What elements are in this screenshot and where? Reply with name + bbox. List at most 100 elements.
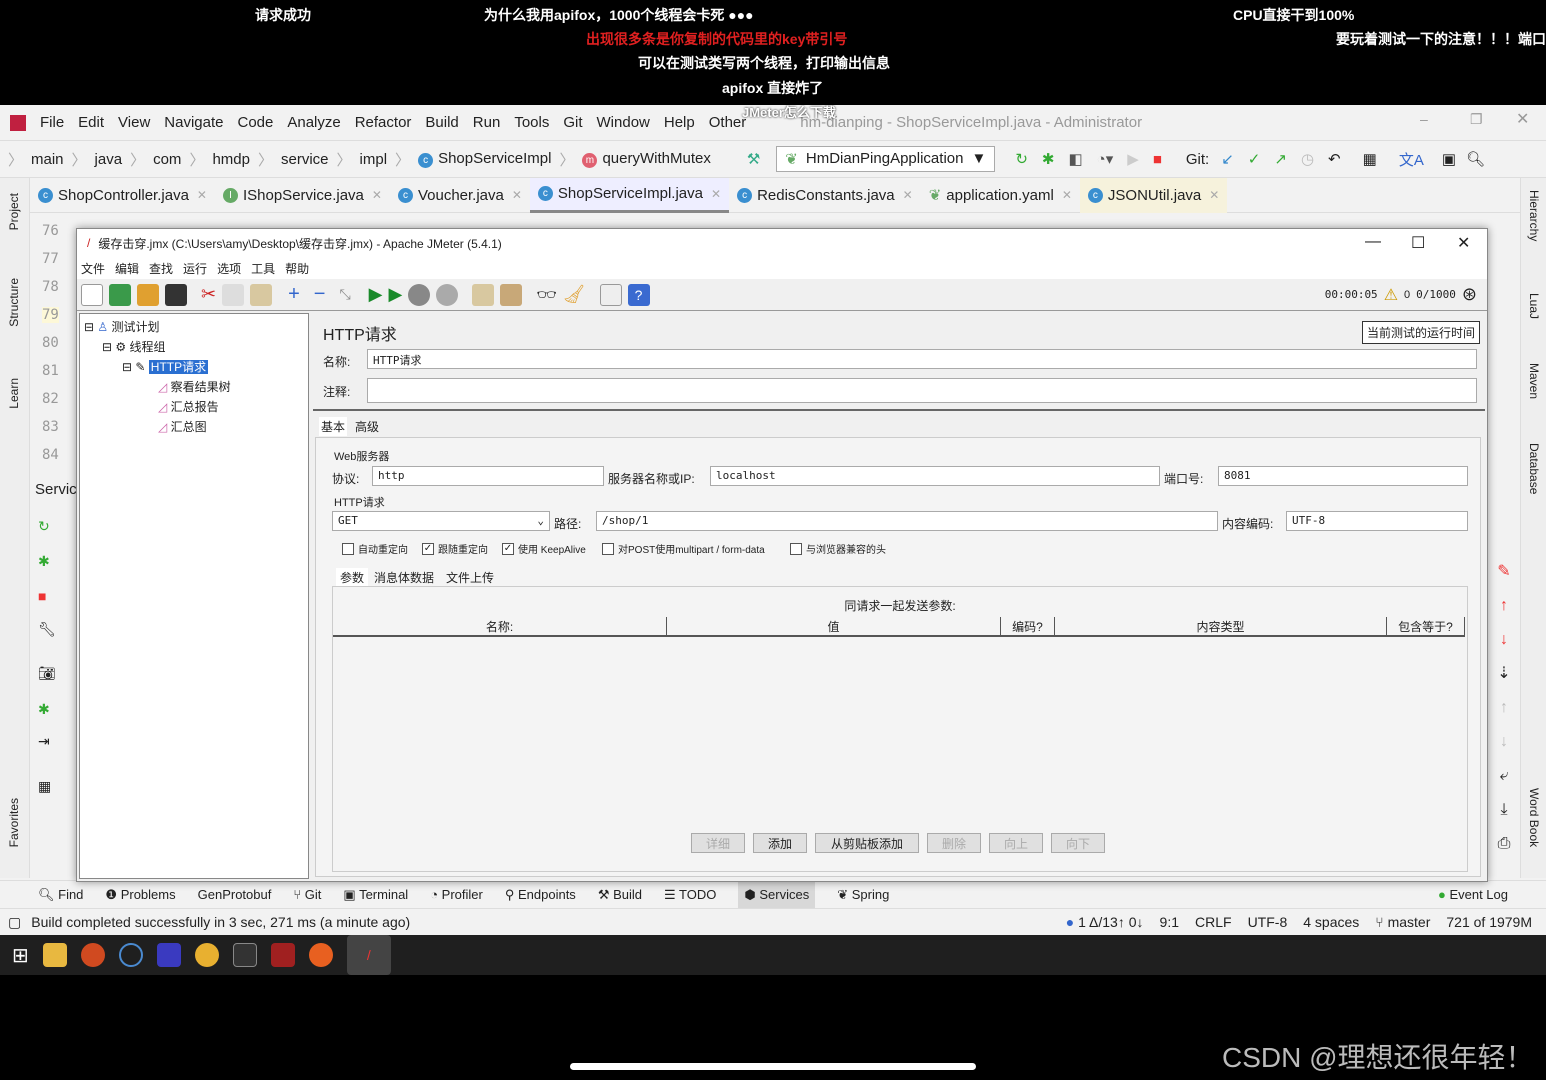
layout-icon[interactable]: ▦ <box>38 778 51 795</box>
clear-icon[interactable]: ✎ <box>1492 555 1516 589</box>
app-icon[interactable] <box>118 943 143 967</box>
tool-maven[interactable]: Maven <box>1527 363 1541 399</box>
crumb-service[interactable]: service <box>273 151 337 168</box>
menu-analyze[interactable]: Analyze <box>287 114 340 131</box>
status-git-changes[interactable]: ● 1 Δ/13↑ 0↓ <box>1066 914 1144 930</box>
menu-tools[interactable]: Tools <box>514 114 549 131</box>
powerpoint-icon[interactable] <box>80 943 105 967</box>
tab-application-yaml[interactable]: ❦ application.yaml ✕ <box>921 178 1080 213</box>
login-icon[interactable]: ⇥ <box>38 733 50 750</box>
tree-node-view-results[interactable]: ◿ 察看结果树 <box>158 378 231 395</box>
function-helper-icon[interactable] <box>599 283 622 306</box>
close-tab-icon[interactable]: ✕ <box>711 187 721 201</box>
tool-luaj[interactable]: LuaJ <box>1527 293 1541 319</box>
tool-build[interactable]: ⚒ Build <box>598 887 642 903</box>
close-tab-icon[interactable]: ✕ <box>372 188 382 202</box>
menu-code[interactable]: Code <box>237 114 273 131</box>
tab-ishopservice[interactable]: I IShopService.java ✕ <box>215 178 390 213</box>
menu-run[interactable]: 运行 <box>183 260 207 277</box>
tool-learn[interactable]: Learn <box>7 378 21 409</box>
close-tab-icon[interactable]: ✕ <box>197 188 207 202</box>
save-icon[interactable] <box>165 283 187 306</box>
minimize-button[interactable]: – <box>1420 111 1428 127</box>
start-icon[interactable]: ⊞ <box>12 943 29 968</box>
tab-shopcontroller[interactable]: c ShopController.java ✕ <box>30 178 215 213</box>
profile-icon[interactable]: ◔▾ <box>1097 150 1114 168</box>
server-field[interactable]: localhost <box>710 466 1160 486</box>
start-icon[interactable]: ▶ <box>369 284 383 305</box>
comment-field[interactable] <box>367 378 1477 403</box>
add-button[interactable]: 添加 <box>753 833 807 853</box>
status-line-sep[interactable]: CRLF <box>1195 914 1232 930</box>
menu-options[interactable]: 选项 <box>217 260 241 277</box>
menu-help[interactable]: 帮助 <box>285 260 309 277</box>
menu-tools[interactable]: 工具 <box>251 260 275 277</box>
detail-button[interactable]: 详细 <box>691 833 745 853</box>
scroll-end-icon[interactable]: ⤓ <box>1492 793 1516 827</box>
menu-edit[interactable]: 编辑 <box>115 260 139 277</box>
tree-node-thread-group[interactable]: ⊟ ⚙ 线程组 <box>102 338 166 355</box>
tool-spring[interactable]: ❦ Spring <box>837 887 889 903</box>
tool-wordbook[interactable]: Word Book <box>1527 788 1541 847</box>
rerun-icon[interactable]: ↻ <box>1015 150 1028 168</box>
tool-favorites[interactable]: Favorites <box>7 798 21 847</box>
build-hammer-icon[interactable]: ⚒ <box>747 150 760 168</box>
paste-icon[interactable] <box>250 283 273 306</box>
intellij-icon[interactable] <box>156 943 181 967</box>
tree-node-test-plan[interactable]: ⊟ ♙ 测试计划 <box>84 318 160 335</box>
debug-icon[interactable]: ✱ <box>1042 150 1055 168</box>
protocol-field[interactable]: http <box>372 466 604 486</box>
git-commit-icon[interactable]: ✓ <box>1248 150 1261 168</box>
tool-git[interactable]: ⑂ Git <box>293 887 321 902</box>
status-encoding[interactable]: UTF-8 <box>1248 914 1288 930</box>
copy-icon[interactable] <box>222 283 245 306</box>
translate-icon[interactable]: 文A <box>1399 149 1424 170</box>
crumb-impl[interactable]: impl <box>352 151 396 168</box>
crumb-com[interactable]: com <box>145 151 189 168</box>
close-tab-icon[interactable]: ✕ <box>903 188 913 202</box>
menu-view[interactable]: View <box>118 114 150 131</box>
tab-advanced[interactable]: 高级 <box>355 418 379 435</box>
rerun-icon[interactable]: ↻ <box>38 518 50 535</box>
tool-todo[interactable]: ☰ TODO <box>664 887 716 903</box>
tree-node-summary-graph[interactable]: ◿ 汇总图 <box>158 418 207 435</box>
coverage-icon[interactable]: ◧ <box>1068 150 1082 168</box>
redirect-auto-checkbox[interactable]: 自动重定向 <box>342 541 408 556</box>
crumb-java[interactable]: java <box>87 151 131 168</box>
close-button[interactable]: ✕ <box>1457 233 1470 253</box>
tool-structure[interactable]: Structure <box>7 278 21 327</box>
redis-icon[interactable] <box>270 943 295 967</box>
tool-services[interactable]: ⬢ Services <box>738 881 816 908</box>
toggle-icon[interactable]: ⤡ <box>339 286 350 303</box>
expand-icon[interactable]: + <box>288 283 300 306</box>
jmeter-taskbar-icon[interactable]: / <box>346 935 391 975</box>
add-from-clipboard-button[interactable]: 从剪贴板添加 <box>815 833 919 853</box>
history-icon[interactable]: ◷ <box>1301 150 1314 168</box>
help-icon[interactable]: ? <box>627 283 650 306</box>
run-config-select[interactable]: ❦ HmDianPingApplication ▼ <box>776 146 996 172</box>
debug-icon[interactable]: ✱ <box>38 553 50 570</box>
tab-redisconstants[interactable]: c RedisConstants.java ✕ <box>729 178 921 213</box>
git-push-icon[interactable]: ↗ <box>1274 150 1287 168</box>
menu-file[interactable]: 文件 <box>81 260 105 277</box>
tab-jsonutil[interactable]: c JSONUtil.java ✕ <box>1079 177 1228 213</box>
camera-icon[interactable]: 📷︎ <box>38 665 56 682</box>
remote-status-icon[interactable]: ⊛ <box>1462 284 1477 305</box>
tool-profiler[interactable]: ◔ Profiler <box>430 887 483 902</box>
templates-icon[interactable] <box>109 283 131 306</box>
status-branch[interactable]: ⑂ master <box>1375 914 1430 930</box>
menu-search[interactable]: 查找 <box>149 260 173 277</box>
cut-icon[interactable]: ✂ <box>201 284 216 305</box>
postman-icon[interactable] <box>308 943 333 967</box>
path-field[interactable]: /shop/1 <box>596 511 1218 531</box>
wrench-icon[interactable]: 🔧︎ <box>38 621 56 638</box>
crumb-method[interactable]: m queryWithMutex <box>574 150 718 168</box>
stop-icon[interactable] <box>408 283 431 306</box>
print-icon[interactable]: ⎙ <box>1492 827 1516 861</box>
menu-help[interactable]: Help <box>664 114 695 131</box>
warning-icon[interactable]: ⚠ <box>1384 285 1398 305</box>
wrap-icon[interactable]: ⤶ <box>1492 759 1516 793</box>
column-content-type[interactable]: 内容类型 <box>1055 617 1387 637</box>
tool-database[interactable]: Database <box>1527 443 1541 494</box>
settings-icon[interactable]: ✱ <box>38 701 50 718</box>
